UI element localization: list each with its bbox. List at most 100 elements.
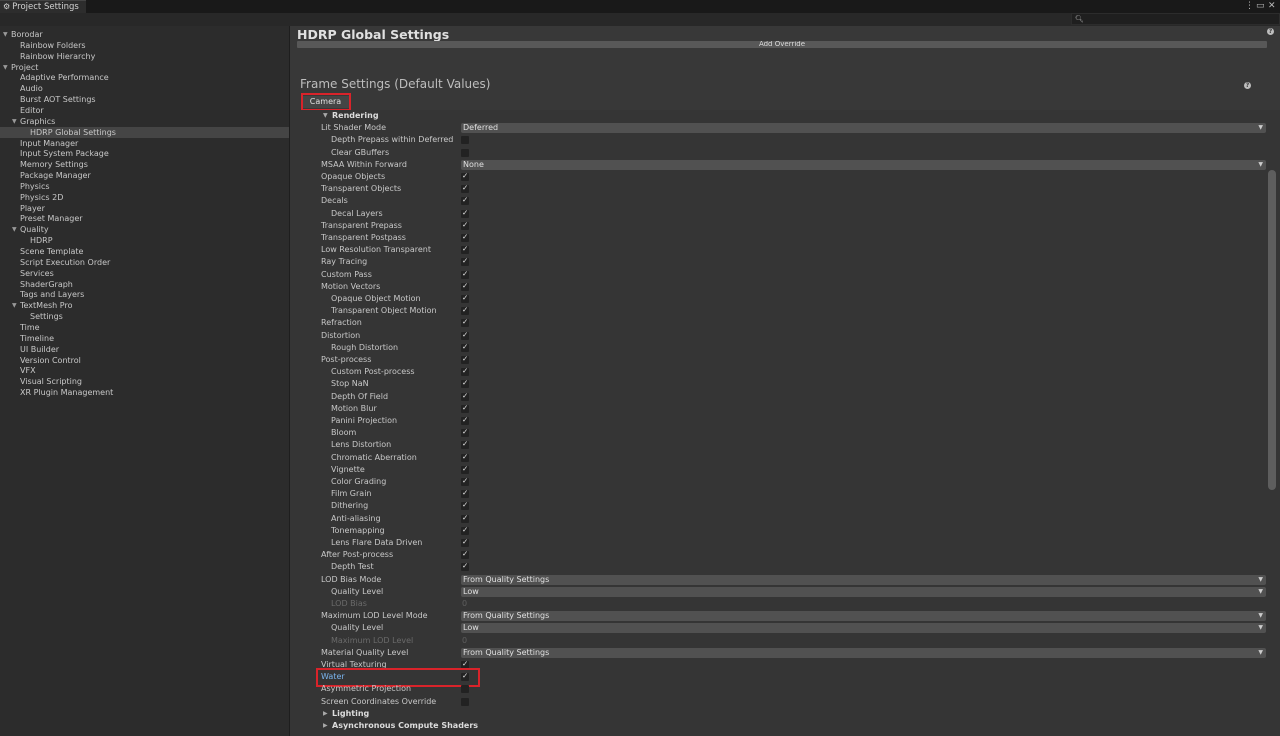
sidebar-item[interactable]: Script Execution Order [0,257,289,268]
sidebar-item[interactable]: VFX [0,365,289,376]
setting-label[interactable]: Asynchronous Compute Shaders [332,720,478,732]
sidebar-item[interactable]: Visual Scripting [0,376,289,387]
sidebar-item[interactable]: HDRP Global Settings [0,126,289,138]
setting-checkbox[interactable] [461,354,469,364]
setting-checkbox[interactable] [461,391,469,401]
close-icon[interactable]: ✕ [1268,0,1276,12]
expand-arrow-icon[interactable]: ▼ [12,224,17,235]
setting-dropdown[interactable]: From Quality Settings ▼ [461,611,1266,622]
setting-checkbox[interactable] [461,148,469,157]
sidebar-item[interactable]: ▼ Project [0,62,289,73]
sidebar-item[interactable]: Input Manager [0,138,289,149]
setting-checkbox[interactable] [461,697,469,706]
sidebar-item[interactable]: Package Manager [0,170,289,181]
setting-checkbox[interactable] [461,500,469,511]
sidebar-item[interactable]: Rainbow Hierarchy [0,51,289,62]
setting-checkbox[interactable] [461,427,469,438]
sidebar-item[interactable]: ▼ TextMesh Pro [0,300,289,311]
add-override-button[interactable]: Add Override [297,41,1267,48]
setting-checkbox[interactable] [461,208,469,218]
expand-arrow-icon[interactable]: ▼ [3,29,8,40]
setting-checkbox[interactable] [461,256,469,267]
sidebar-item[interactable]: Version Control [0,355,289,366]
sidebar-item[interactable]: Player [0,203,289,214]
setting-checkbox[interactable] [461,366,469,377]
setting-checkbox[interactable] [461,342,469,352]
sidebar-item[interactable]: Rainbow Folders [0,40,289,51]
sidebar-item[interactable]: Services [0,268,289,279]
setting-dropdown[interactable]: Low ▼ [461,586,1266,597]
setting-checkbox[interactable] [461,183,469,194]
setting-checkbox[interactable] [461,549,469,560]
setting-checkbox[interactable] [461,232,469,242]
sidebar-item[interactable]: Tags and Layers [0,289,289,300]
setting-checkbox[interactable] [461,476,469,486]
setting-label[interactable]: Rendering [332,110,379,122]
sidebar-item[interactable]: Time [0,322,289,333]
setting-number-field[interactable]: 0 [462,635,467,647]
setting-checkbox[interactable] [461,220,469,230]
sidebar-item[interactable]: HDRP [0,235,289,246]
sidebar-item[interactable]: Settings [0,311,289,322]
setting-checkbox[interactable] [461,281,469,291]
sidebar-item[interactable]: Physics 2D [0,192,289,203]
setting-dropdown[interactable]: Low ▼ [461,623,1266,634]
setting-checkbox[interactable] [461,452,469,462]
sidebar-item[interactable]: UI Builder [0,344,289,355]
setting-checkbox[interactable] [461,244,469,255]
setting-dropdown[interactable]: Deferred ▼ [461,123,1266,134]
setting-checkbox[interactable] [461,513,469,523]
search-input[interactable]: 🔍︎ [1071,13,1280,25]
frame-settings-help-icon[interactable]: ? [1244,82,1251,89]
maximize-icon[interactable]: ▭ [1256,0,1265,12]
scrollbar[interactable] [1268,170,1276,490]
setting-checkbox[interactable] [461,464,469,474]
sidebar-item[interactable]: ▼ Quality [0,224,289,235]
sidebar-item[interactable]: Audio [0,83,289,94]
sidebar-item[interactable]: Editor [0,105,289,116]
setting-checkbox[interactable] [461,415,469,425]
setting-checkbox[interactable] [461,488,469,499]
more-options-icon[interactable]: ⋮ [1245,0,1254,12]
sidebar-item[interactable]: Scene Template [0,246,289,257]
setting-checkbox[interactable] [461,330,469,340]
sidebar-item[interactable]: Memory Settings [0,159,289,170]
sidebar-item[interactable]: Input System Package [0,148,289,159]
setting-checkbox[interactable] [461,317,469,328]
setting-checkbox[interactable] [461,439,469,450]
setting-dropdown[interactable]: From Quality Settings ▼ [461,574,1266,585]
foldout-arrow-icon[interactable]: ▶ [323,708,328,720]
setting-checkbox[interactable] [461,293,469,303]
window-tab[interactable]: ⚙ Project Settings [0,0,86,13]
sidebar-item[interactable]: Preset Manager [0,213,289,224]
setting-number-field[interactable]: 0 [462,598,467,610]
sidebar-item[interactable]: Adaptive Performance [0,72,289,83]
expand-arrow-icon[interactable]: ▼ [3,62,8,73]
setting-checkbox[interactable] [461,136,469,145]
setting-checkbox[interactable] [461,685,469,694]
setting-checkbox[interactable] [461,269,469,279]
setting-checkbox[interactable] [461,171,469,181]
setting-label[interactable]: Lighting [332,708,369,720]
setting-checkbox[interactable] [461,195,469,206]
expand-arrow-icon[interactable]: ▼ [12,116,17,127]
foldout-arrow-icon[interactable]: ▶ [323,720,328,732]
setting-checkbox[interactable] [461,305,469,316]
setting-checkbox[interactable] [461,561,469,572]
sidebar-item[interactable]: XR Plugin Management [0,387,289,398]
setting-dropdown[interactable]: From Quality Settings ▼ [461,647,1266,658]
setting-checkbox[interactable] [461,537,469,547]
setting-checkbox[interactable] [461,525,469,535]
help-icon[interactable]: ? [1267,28,1274,35]
sidebar-item[interactable]: ShaderGraph [0,279,289,290]
sidebar-item[interactable]: Physics [0,181,289,192]
setting-dropdown[interactable]: None ▼ [461,159,1266,170]
foldout-arrow-icon[interactable]: ▼ [323,110,328,122]
sidebar-item[interactable]: ▼ Borodar [0,29,289,40]
sidebar-item[interactable]: Timeline [0,333,289,344]
setting-checkbox[interactable] [461,378,469,389]
sidebar-item[interactable]: Burst AOT Settings [0,94,289,105]
setting-checkbox[interactable] [461,403,469,413]
expand-arrow-icon[interactable]: ▼ [12,300,17,311]
sidebar-item[interactable]: ▼ Graphics [0,116,289,127]
